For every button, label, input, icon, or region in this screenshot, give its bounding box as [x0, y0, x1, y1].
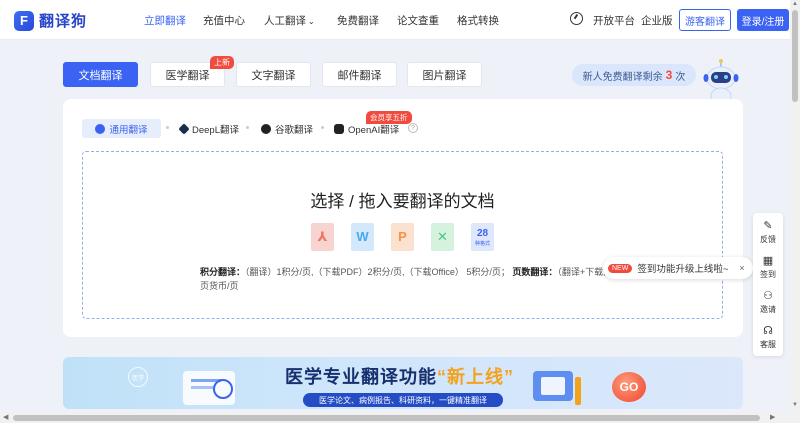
new-badge: NEW — [608, 263, 633, 273]
vertical-scrollbar[interactable]: ▲ ▼ — [790, 0, 800, 423]
tab-email-translation[interactable]: 邮件翻译 — [322, 62, 397, 87]
nav-item-free-translation[interactable]: 免费翻译 — [337, 13, 379, 28]
sidebar-item-customer-service[interactable]: ☊ 客服 — [753, 322, 783, 356]
pdf-icon: ⅄ — [311, 223, 334, 251]
calendar-icon: ▦ — [762, 255, 774, 267]
free-quota-notice: 新人免费翻译剩余 3 次 — [572, 64, 696, 86]
floating-sidebar: ✎ 反馈 ▦ 签到 ⚇ 邀请 ☊ 客服 — [753, 213, 783, 356]
tab-image-translation[interactable]: 图片翻译 — [407, 62, 482, 87]
pricing-info: 积分翻译：（翻译）1积分/页,（下载PDF）2积分/页,（下载Office） 5… — [200, 265, 620, 293]
sidebar-label-invite: 邀请 — [760, 305, 776, 314]
headset-icon: ☊ — [763, 325, 773, 337]
close-icon[interactable]: × — [739, 263, 744, 273]
deepl-icon — [178, 122, 190, 135]
vertical-scroll-thumb[interactable] — [792, 10, 798, 102]
engine-deepl-label: DeepL翻译 — [192, 124, 239, 136]
horizontal-scrollbar[interactable]: ◀ ▶ — [0, 412, 790, 423]
sidebar-item-feedback[interactable]: ✎ 反馈 — [753, 217, 783, 251]
drop-zone-title: 选择 / 拖入要翻译的文档 — [310, 192, 495, 211]
formats-label: 种格式 — [474, 241, 490, 247]
google-icon — [261, 123, 271, 134]
nav-item-human-translation[interactable]: 人工翻译 ⌄ — [264, 13, 315, 28]
nav-open-platform[interactable]: 开放平台 — [593, 13, 635, 28]
member-discount-badge: 会员享五折 — [366, 111, 412, 124]
banner-title-main: 医学专业翻译功能 — [285, 367, 437, 387]
nav-item-human-translation-label: 人工翻译 — [264, 15, 306, 27]
login-register-button[interactable]: 登录/注册 — [737, 9, 789, 31]
scroll-down-icon[interactable]: ▼ — [792, 402, 798, 408]
guest-translate-button[interactable]: 游客翻译 — [679, 9, 731, 31]
formats-icon: 28 种格式 — [471, 223, 494, 251]
banner-title-highlight: “新上线” — [437, 367, 514, 387]
chevron-down-icon: ⌄ — [308, 17, 315, 26]
ppt-icon: P — [391, 223, 414, 251]
sidebar-item-signin[interactable]: ▦ 签到 — [753, 252, 783, 286]
logo-mark-icon: F — [14, 10, 34, 31]
scroll-right-icon[interactable]: ▶ — [770, 413, 775, 421]
engine-google-label: 谷歌翻译 — [275, 124, 314, 136]
notice-text: 签到功能升级上线啦~ — [637, 264, 729, 275]
tab-text-translation[interactable]: 文字翻译 — [236, 62, 311, 87]
engine-deepl[interactable]: DeepL翻译 — [178, 119, 239, 138]
scroll-left-icon[interactable]: ◀ — [3, 413, 8, 421]
free-quota-count: 3 — [665, 68, 673, 82]
separator-dot — [246, 126, 249, 129]
top-navigation: F 翻译狗 立即翻译 充值中心 人工翻译 ⌄ 免费翻译 论文查重 格式转换 开放平… — [0, 0, 790, 40]
points-pricing-text: （翻译）1积分/页,（下载PDF）2积分/页,（下载Office） 5积分/页； — [245, 267, 510, 277]
openai-icon — [334, 123, 344, 134]
site-logo[interactable]: F 翻译狗 — [14, 10, 87, 31]
banner-go-button[interactable]: GO — [612, 372, 646, 402]
invite-icon: ⚇ — [763, 290, 773, 302]
engine-general-label: 通用翻译 — [109, 124, 148, 136]
sidebar-label-feedback: 反馈 — [760, 235, 776, 244]
separator-dot — [166, 126, 169, 129]
nav-item-plagiarism-check[interactable]: 论文查重 — [397, 13, 439, 28]
free-quota-suffix: 次 — [675, 71, 686, 83]
banner-title: 医学专业翻译功能“新上线” — [285, 363, 514, 389]
feedback-icon: ✎ — [763, 220, 773, 232]
word-icon: W — [351, 223, 374, 251]
separator-dot — [321, 126, 324, 129]
free-quota-prefix: 新人免费翻译剩余 — [582, 71, 663, 83]
formats-count: 28 — [476, 228, 489, 239]
nav-item-recharge[interactable]: 充值中心 — [203, 13, 245, 28]
excel-icon: ✕ — [431, 223, 454, 251]
banner-subtitle: 医学论文、病例报告、科研资料，一键精准翻译 — [303, 393, 503, 407]
language-icon[interactable] — [570, 12, 583, 25]
points-pricing-label: 积分翻译： — [200, 267, 246, 277]
help-icon[interactable]: ? — [408, 123, 418, 133]
sidebar-item-invite[interactable]: ⚇ 邀请 — [753, 287, 783, 321]
engine-general[interactable]: 通用翻译 — [82, 119, 161, 138]
nav-item-translate-now[interactable]: 立即翻译 — [144, 13, 186, 28]
new-badge: 上新 — [210, 56, 234, 69]
horizontal-scroll-thumb[interactable] — [13, 415, 760, 421]
sidebar-label-customer-service: 客服 — [760, 340, 776, 349]
nav-enterprise[interactable]: 企业版 — [641, 13, 673, 28]
signin-upgrade-notice[interactable]: NEW 签到功能升级上线啦~ × — [603, 257, 753, 279]
scroll-up-icon[interactable]: ▲ — [792, 1, 798, 7]
nav-item-format-convert[interactable]: 格式转换 — [457, 13, 499, 28]
banner-medical-logo-icon: 医学 — [128, 367, 148, 387]
general-engine-icon — [95, 123, 106, 134]
logo-text: 翻译狗 — [39, 13, 88, 30]
sidebar-label-signin: 签到 — [760, 270, 776, 279]
pages-pricing-label: 页数翻译： — [512, 267, 558, 277]
engine-google[interactable]: 谷歌翻译 — [261, 119, 313, 138]
tab-document-translation[interactable]: 文档翻译 — [63, 62, 138, 87]
